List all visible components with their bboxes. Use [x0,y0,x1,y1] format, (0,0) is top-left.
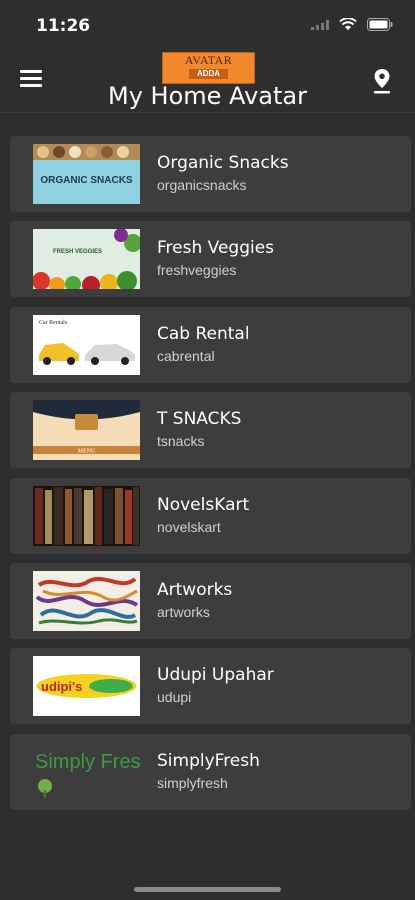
avatar-list: ORGANIC SNACKS Organic Snacks organicsna… [10,136,411,819]
item-subtitle: tsnacks [157,433,205,450]
item-title: SimplyFresh [157,750,260,771]
battery-icon [367,18,393,31]
thumb-text: Simply Fresh [35,751,140,773]
thumbnail-t-snacks: MENU [33,400,140,461]
thumbnail-cab-rental: Car Rentals [33,314,140,375]
home-indicator[interactable] [134,887,281,892]
item-title: Artworks [157,579,233,600]
item-title: NovelsKart [157,494,250,515]
thumb-text: ORGANIC SNACKS [40,175,133,186]
status-bar: 11:26 [0,0,415,52]
thumbnail-simplyfresh: Simply Fresh [33,741,140,802]
thumbnail-fresh-veggies: FRESH VEGGIES [33,229,140,290]
location-pin-icon [374,69,390,94]
wifi-icon [339,18,357,30]
thumbnail-udupi-upahar: udipi's [33,656,140,717]
thumb-text: Car Rentals [39,320,68,326]
item-subtitle: freshveggies [157,262,237,279]
list-item[interactable]: MENU T SNACKS tsnacks [10,392,411,469]
item-title: Fresh Veggies [157,238,275,259]
list-item[interactable]: Artworks artworks [10,562,411,639]
hamburger-line [20,70,42,73]
status-time: 11:26 [36,16,91,36]
thumbnail-artworks [33,570,140,631]
item-title: Cab Rental [157,323,250,344]
signal-icon [311,19,329,30]
item-text: Organic Snacks organicsnacks [157,152,289,195]
item-text: SimplyFresh simplyfresh [157,750,260,793]
item-text: Fresh Veggies freshveggies [157,237,274,280]
status-icons [311,18,393,31]
list-item[interactable]: FRESH VEGGIES Fresh Veggies freshveggies [10,221,411,298]
item-subtitle: novelskart [157,518,221,535]
thumb-text: udipi's [41,679,82,694]
item-text: T SNACKS tsnacks [157,408,241,451]
list-item[interactable]: Simply Fresh SimplyFresh simplyfresh [10,733,411,810]
item-text: Artworks artworks [157,579,232,622]
thumb-text: FRESH VEGGIES [53,249,102,255]
item-subtitle: udupi [157,689,192,706]
hamburger-line [20,77,42,80]
app-logo: AVATAR ADDA [162,52,255,84]
item-title: T SNACKS [157,409,242,430]
app-header: AVATAR ADDA My Home Avatar [0,52,415,113]
list-item[interactable]: udipi's Udupi Upahar udupi [10,648,411,725]
location-button[interactable] [373,68,391,99]
item-subtitle: simplyfresh [157,774,228,791]
item-text: Udupi Upahar udupi [157,664,274,707]
list-item[interactable]: ORGANIC SNACKS Organic Snacks organicsna… [10,136,411,212]
logo-line1: AVATAR [184,53,233,67]
logo-line2: ADDA [189,69,228,79]
item-text: Cab Rental cabrental [157,323,250,366]
item-title: Organic Snacks [157,153,289,173]
list-item[interactable]: Car Rentals Cab Rental cabrental [10,306,411,383]
thumbnail-novelskart [33,485,140,546]
item-subtitle: artworks [157,603,210,620]
page-title: My Home Avatar [108,82,307,110]
item-title: Udupi Upahar [157,665,274,686]
list-item[interactable]: NovelsKart novelskart [10,477,411,554]
item-text: NovelsKart novelskart [157,494,249,537]
thumb-text: MENU [78,449,96,455]
item-subtitle: organicsnacks [157,177,247,193]
thumbnail-organic-snacks: ORGANIC SNACKS [33,144,140,204]
item-subtitle: cabrental [157,347,215,364]
